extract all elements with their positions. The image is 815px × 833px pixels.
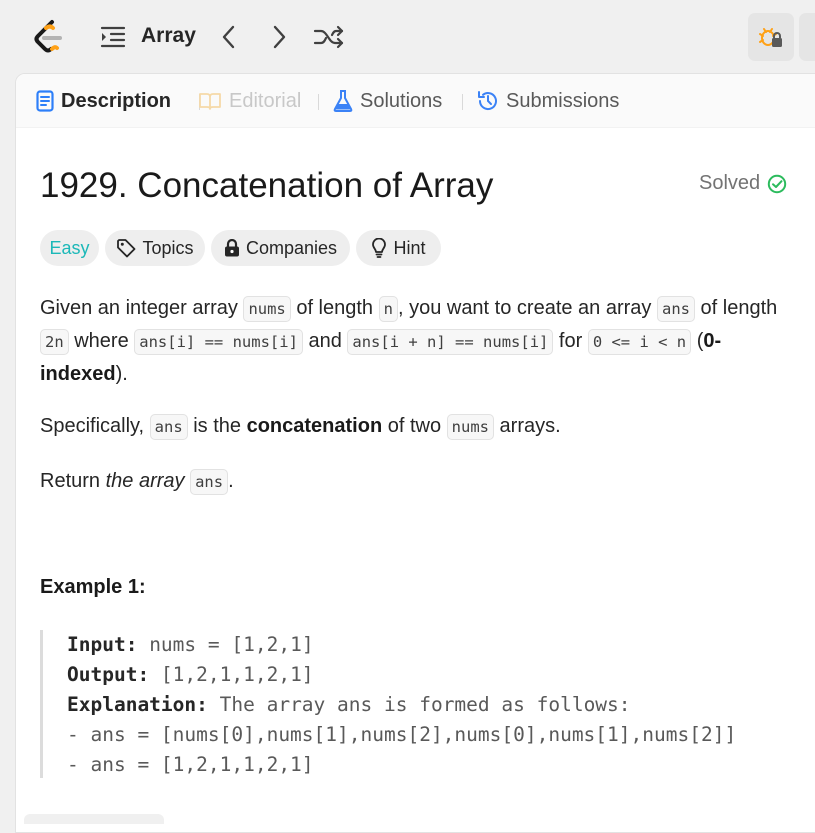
text: Return (40, 470, 106, 492)
tag-icon (117, 239, 136, 258)
explanation-value: The array ans is formed as follows: (207, 693, 631, 716)
inline-code: 0 <= i < n (587, 329, 692, 355)
topics-label: Topics (142, 237, 194, 258)
description-paragraph: Specifically, ans is the concatenation o… (40, 410, 800, 443)
companies-chip[interactable]: Companies (211, 230, 350, 266)
hint-label: Hint (393, 237, 426, 258)
tab-editorial[interactable]: Editorial (198, 86, 301, 116)
explanation-line: - ans = [nums[0],nums[1],nums[2],nums[0]… (67, 723, 737, 746)
solved-label: Solved (699, 172, 761, 194)
tab-divider (462, 94, 463, 110)
text: Given an integer array (40, 297, 244, 319)
tab-description-label: Description (61, 89, 172, 112)
text: . (228, 470, 234, 492)
hint-chip[interactable]: Hint (356, 230, 441, 266)
tag-chips: Easy Topics Companies Hint (40, 230, 460, 266)
tab-solutions-label: Solutions (360, 89, 443, 112)
output-value: [1,2,1,1,2,1] (149, 663, 314, 686)
example-block: Input: nums = [1,2,1] Output: [1,2,1,1,2… (40, 630, 815, 778)
inline-code: nums (446, 414, 494, 440)
problem-title[interactable]: 1929. Concatenation of Array (40, 166, 493, 206)
list-icon[interactable] (100, 25, 126, 49)
inline-code: ans (190, 469, 229, 495)
chevron-left-icon[interactable] (218, 24, 240, 50)
shuffle-icon[interactable] (313, 24, 345, 50)
lightbulb-icon (372, 238, 387, 258)
text: arrays. (493, 415, 561, 437)
top-navbar: Array (0, 0, 815, 74)
lock-icon (224, 239, 239, 257)
companies-label: Companies (245, 237, 338, 258)
explanation-label: Explanation: (67, 693, 208, 716)
debug-button[interactable] (748, 13, 794, 61)
leetcode-logo[interactable] (30, 18, 66, 56)
inline-code: n (378, 296, 398, 322)
text: for (553, 330, 588, 352)
explanation-line: - ans = [1,2,1,1,2,1] (67, 753, 314, 776)
text: of length (694, 297, 778, 319)
solved-status: Solved (699, 172, 787, 195)
problem-list-title[interactable]: Array (141, 24, 196, 48)
output-label: Output: (67, 663, 150, 686)
description-icon (36, 90, 54, 112)
inline-code: nums (243, 296, 291, 322)
italic-text: the array (105, 470, 185, 492)
inline-code: ans (149, 414, 188, 440)
text: , you want to create an array (397, 297, 657, 319)
bold-text: concatenation (246, 415, 383, 437)
example-heading: Example 1: (40, 576, 146, 598)
text: where (68, 330, 135, 352)
input-value: nums = [1,2,1] (137, 633, 314, 656)
tab-editorial-label: Editorial (229, 89, 302, 112)
difficulty-badge: Easy (40, 230, 99, 266)
topics-chip[interactable]: Topics (105, 230, 205, 266)
book-icon (199, 93, 221, 110)
history-icon (478, 91, 497, 110)
input-label: Input: (67, 633, 138, 656)
flask-icon (333, 90, 353, 112)
chevron-right-icon[interactable] (268, 24, 290, 50)
panel-tabs: Description Editorial Solutions Submissi… (16, 74, 815, 128)
tab-description[interactable]: Description (36, 86, 171, 116)
inline-code: 2n (40, 329, 69, 355)
bottom-tab-stub (24, 814, 164, 824)
difficulty-label: Easy (49, 237, 90, 258)
tab-divider (318, 94, 319, 110)
text: of length (290, 297, 379, 319)
tab-solutions[interactable]: Solutions (333, 86, 442, 116)
text: and (302, 330, 348, 352)
check-circle-icon (767, 174, 787, 193)
inline-code: ans[i] == nums[i] (134, 329, 303, 355)
text: is the (187, 415, 247, 437)
toolbar-button[interactable] (799, 13, 815, 61)
description-paragraph: Given an integer array nums of length n,… (40, 292, 800, 390)
debug-lock-icon (759, 28, 782, 47)
inline-code: ans (656, 296, 695, 322)
tab-submissions[interactable]: Submissions (477, 86, 619, 116)
text: of two (382, 415, 447, 437)
text: Specifically, (40, 415, 150, 437)
description-paragraph: Return the array ans. (40, 465, 800, 498)
text: ). (115, 363, 128, 385)
description-panel: Description Editorial Solutions Submissi… (15, 73, 815, 833)
tab-submissions-label: Submissions (506, 89, 620, 112)
text: ( (691, 330, 704, 352)
inline-code: ans[i + n] == nums[i] (347, 329, 554, 355)
